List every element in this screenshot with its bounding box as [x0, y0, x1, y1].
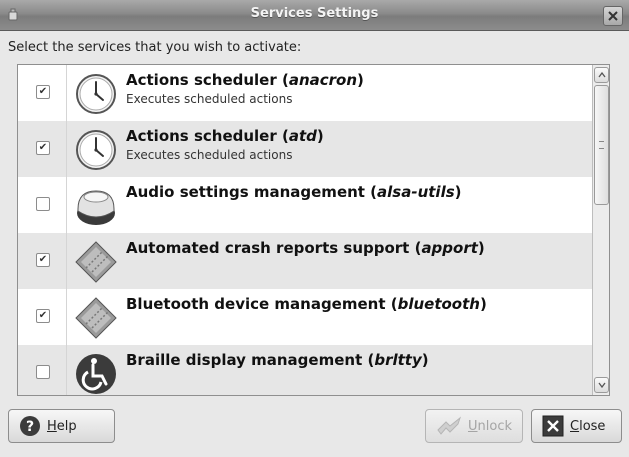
grip-icon [599, 141, 604, 149]
service-checkbox[interactable] [36, 197, 50, 211]
service-name: Audio settings management (alsa-utils) [126, 183, 462, 201]
scroll-up-button[interactable] [594, 67, 609, 83]
clock-icon [76, 74, 116, 114]
service-checkbox[interactable]: ✔ [36, 141, 50, 155]
close-button-label: Close [570, 418, 606, 434]
service-row[interactable]: ✔ Automated crash reports support (appor… [18, 233, 592, 289]
column-separator [66, 65, 67, 121]
check-mark: ✔ [38, 142, 48, 153]
column-separator [66, 177, 67, 233]
diamond-gear-icon [75, 297, 117, 339]
volume-knob-icon [77, 190, 115, 225]
diamond-gear-icon [75, 241, 117, 283]
column-separator [66, 289, 67, 345]
chevron-down-icon [597, 382, 606, 388]
column-separator [66, 121, 67, 177]
service-description: Executes scheduled actions [126, 148, 293, 162]
check-mark: ✔ [38, 86, 48, 97]
service-row[interactable]: ✔ Actions scheduler (atd) Executes sched… [18, 121, 592, 177]
help-button[interactable]: ? Help [8, 409, 115, 443]
service-name: Bluetooth device management (bluetooth) [126, 295, 487, 313]
check-mark: ✔ [38, 254, 48, 265]
check-mark: ✔ [38, 310, 48, 321]
close-button[interactable]: Close [531, 409, 622, 443]
unlock-icon [437, 416, 462, 435]
window-title: Services Settings [250, 6, 379, 21]
unlock-button-label: Unlock [468, 418, 512, 434]
help-icon: ? [20, 416, 40, 436]
service-row[interactable]: Audio settings management (alsa-utils) [18, 177, 592, 233]
unlock-button[interactable]: Unlock [425, 409, 523, 443]
close-icon [542, 415, 564, 437]
scroll-thumb[interactable] [594, 85, 609, 205]
service-name: Actions scheduler (atd) [126, 127, 324, 145]
svg-text:?: ? [26, 419, 34, 435]
service-checkbox[interactable]: ✔ [36, 253, 50, 267]
accessibility-icon [76, 354, 116, 394]
title-bar: Services Settings [0, 0, 629, 31]
service-checkbox[interactable]: ✔ [36, 85, 50, 99]
service-name: Automated crash reports support (apport) [126, 239, 485, 257]
service-name: Braille display management (brltty) [126, 351, 429, 369]
help-button-label: Help [47, 418, 77, 434]
clock-icon [76, 130, 116, 170]
service-row[interactable]: Braille display management (brltty) [18, 345, 592, 395]
close-icon [608, 11, 618, 21]
column-separator [66, 345, 67, 395]
window-close-button[interactable] [603, 6, 623, 26]
instruction-text: Select the services that you wish to act… [8, 40, 302, 55]
service-row[interactable]: ✔ Bluetooth device management (bluetooth… [18, 289, 592, 345]
scroll-down-button[interactable] [594, 377, 609, 393]
service-checkbox[interactable]: ✔ [36, 309, 50, 323]
chevron-up-icon [597, 72, 606, 78]
column-separator [66, 233, 67, 289]
vertical-scrollbar[interactable] [592, 65, 609, 395]
service-description: Executes scheduled actions [126, 92, 293, 106]
services-list[interactable]: ✔ Actions scheduler (anacron) Executes s… [17, 64, 610, 396]
service-checkbox[interactable] [36, 365, 50, 379]
service-row[interactable]: ✔ Actions scheduler (anacron) Executes s… [18, 65, 592, 121]
service-name: Actions scheduler (anacron) [126, 71, 364, 89]
